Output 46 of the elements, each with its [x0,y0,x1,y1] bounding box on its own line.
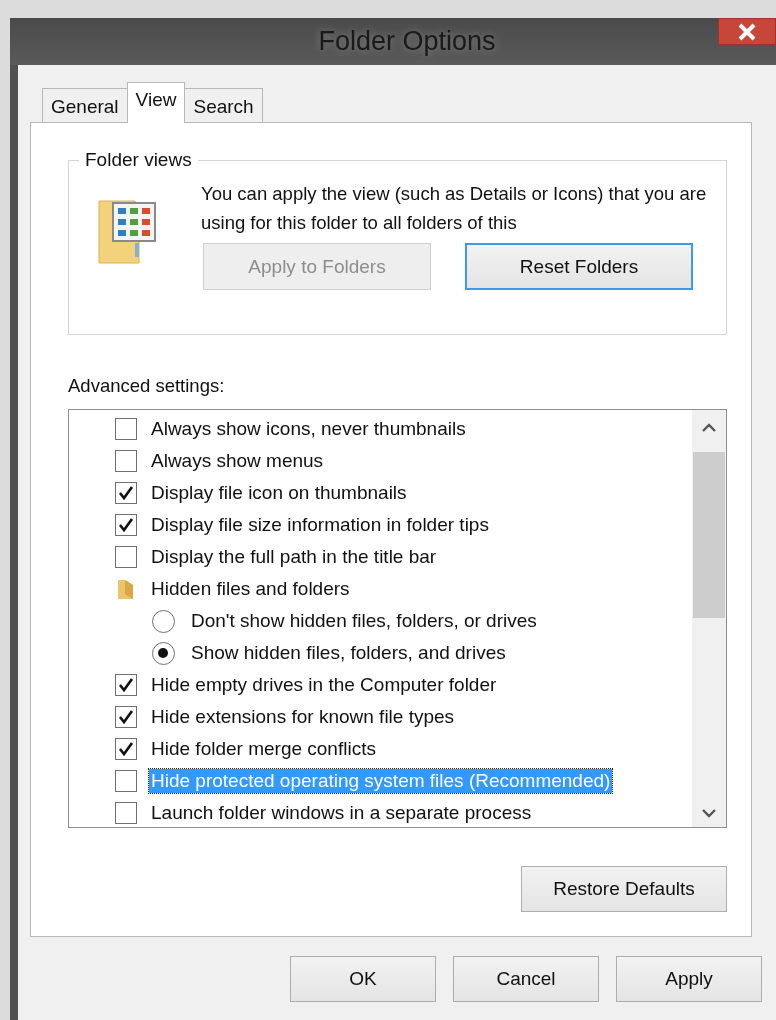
setting-label[interactable]: Don't show hidden files, folders, or drives [189,609,539,633]
description-text: You can apply the view (such as Details or Icons) that you are using for this folder to all folders of this [201,182,708,235]
checkbox[interactable] [115,514,137,536]
setting-label[interactable]: Hidden files and folders [149,577,352,601]
checkbox[interactable] [115,802,137,824]
window-title: Folder Options [318,26,496,57]
setting-label[interactable]: Show hidden files, folders, and drives [189,641,508,665]
folder-button[interactable]: Reset Folders [465,243,693,290]
setting-label[interactable]: Hide folder merge conflicts [149,737,378,761]
check-icon [117,484,135,502]
scroll-thumb[interactable] [693,452,725,618]
tab[interactable]: View [126,82,186,123]
setting-label[interactable]: Launch folder windows in a separate process [149,801,534,825]
scroll-up-icon[interactable] [701,422,717,434]
dialog-button[interactable]: Apply [616,956,762,1002]
tab[interactable]: Search [184,88,263,122]
check-icon [117,708,135,726]
check-icon [117,740,135,758]
radio-button[interactable] [152,641,175,665]
setting-label[interactable]: Always show menus [149,449,326,473]
checkbox[interactable] [115,674,137,696]
radio-button[interactable] [152,609,175,633]
setting-label[interactable]: Always show icons, never thumbnails [149,417,468,441]
check-icon [117,676,135,694]
checkbox[interactable] [115,482,137,504]
setting-label[interactable]: Hide empty drives in the Computer folder [149,673,499,697]
checkbox[interactable] [115,418,137,440]
restore-defaults-button[interactable]: Restore Defaults [521,866,727,912]
tab[interactable]: General [42,88,128,122]
dialog-button[interactable]: Cancel [453,956,599,1002]
checkbox[interactable] [115,546,137,568]
setting-label[interactable]: Hide extensions for known file types [149,705,457,729]
check-icon [117,516,135,534]
checkbox[interactable] [115,706,137,728]
section-label: Advanced settings: [68,375,226,397]
setting-label[interactable]: Display file size information in folder tips [149,513,491,537]
close-icon [737,22,757,41]
scroll-down-icon[interactable] [701,807,717,819]
checkbox[interactable] [115,738,137,760]
checkbox[interactable] [115,770,137,792]
close-button[interactable] [718,18,776,45]
dialog-button[interactable]: OK [290,956,436,1002]
setting-label[interactable]: Display file icon on thumbnails [149,481,409,505]
scrollbar[interactable] [692,410,726,827]
setting-label[interactable]: Display the full path in the title bar [149,545,439,569]
checkbox[interactable] [115,450,137,472]
